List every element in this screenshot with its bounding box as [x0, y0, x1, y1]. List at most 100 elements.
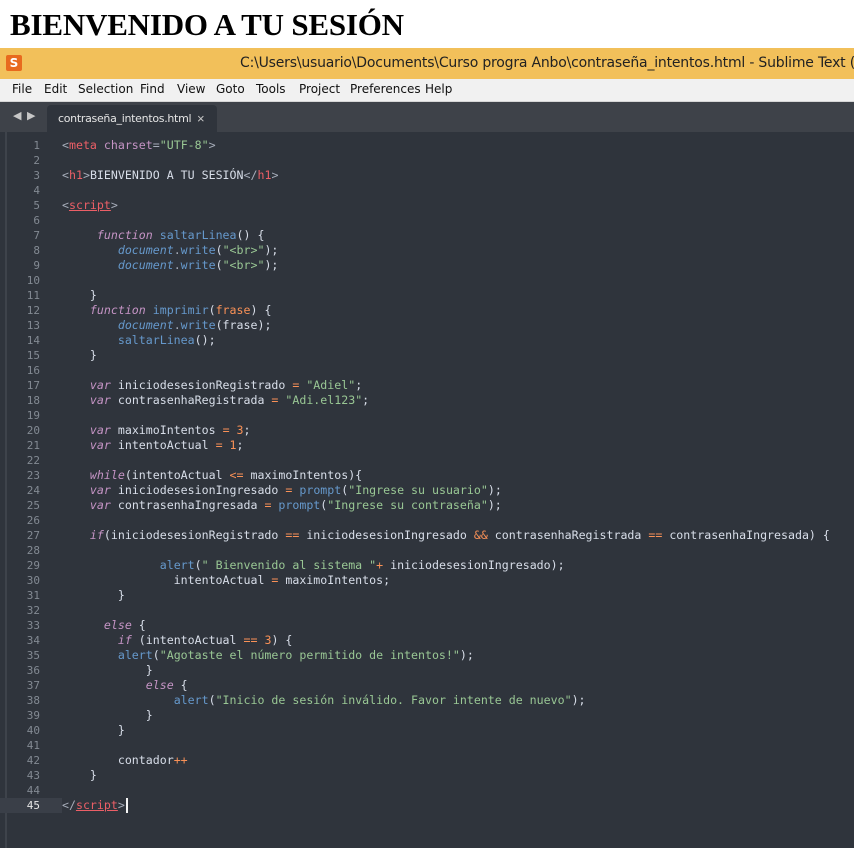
code-token: document [117, 318, 174, 332]
code-line[interactable]: var intentoActual = 1; [62, 438, 244, 453]
title-bar: S C:\Users\usuario\Documents\Curso progr… [0, 48, 854, 79]
close-icon[interactable]: × [197, 111, 205, 126]
line-number: 43 [26, 769, 40, 782]
code-line[interactable]: var contrasenhaIngresada = prompt("Ingre… [62, 498, 502, 513]
code-line[interactable]: intentoActual = maximoIntentos; [62, 573, 390, 588]
tab-contrasena-intentos[interactable]: contraseña_intentos.html × [47, 105, 217, 132]
code-line[interactable]: } [62, 348, 97, 363]
code-line[interactable]: </script> [62, 798, 125, 813]
line-number: 7 [33, 229, 40, 242]
code-line[interactable]: alert(" Bienvenido al sistema "+ iniciod… [62, 558, 565, 573]
tab-nav-left-icon[interactable]: ◀ [13, 110, 21, 122]
code-token: } [62, 588, 125, 602]
code-token: > [117, 798, 125, 812]
code-token: while [89, 468, 125, 482]
code-editor[interactable]: 1 2 3 4 5 6 7 8 9 10 11 12 13 14 15 16 17 18 19 20 21 22 23 24 2… [0, 132, 854, 848]
line-number: 20 [26, 424, 40, 437]
code-line[interactable]: contador++ [62, 753, 188, 768]
code-line[interactable]: if (intentoActual == 3) { [62, 633, 293, 648]
line-number-row: 3 [0, 168, 62, 183]
menu-tools[interactable]: Tools [256, 82, 286, 96]
line-number: 45 [26, 799, 40, 812]
code-line[interactable]: } [62, 588, 125, 603]
menu-edit[interactable]: Edit [44, 82, 67, 96]
code-token: if [117, 633, 132, 647]
code-token: ( [215, 258, 223, 272]
code-token: 1 [229, 438, 237, 452]
menu-project[interactable]: Project [299, 82, 340, 96]
code-line[interactable]: document.write("<br>"); [62, 258, 279, 273]
code-token: meta [68, 138, 97, 152]
line-number: 10 [26, 274, 40, 287]
code-token: ); [487, 483, 502, 497]
menu-view[interactable]: View [177, 82, 205, 96]
code-line[interactable]: saltarLinea(); [62, 333, 216, 348]
code-token: else [103, 618, 132, 632]
code-line[interactable]: document.write(frase); [62, 318, 272, 333]
menu-help[interactable]: Help [425, 82, 452, 96]
code-token: frase [215, 303, 251, 317]
code-line[interactable]: var maximoIntentos = 3; [62, 423, 251, 438]
line-number: 3 [33, 169, 40, 182]
line-number-row: 19 [0, 408, 62, 423]
code-line[interactable]: if(iniciodesesionRegistrado == iniciodes… [62, 528, 830, 543]
code-line[interactable]: <meta charset="UTF-8"> [62, 138, 216, 153]
code-line[interactable]: document.write("<br>"); [62, 243, 279, 258]
line-number-row: 37 [0, 678, 62, 693]
code-token: > [271, 168, 279, 182]
menu-preferences[interactable]: Preferences [350, 82, 421, 96]
code-line[interactable]: } [62, 768, 97, 783]
menu-file[interactable]: File [12, 82, 32, 96]
line-number: 14 [26, 334, 40, 347]
code-line[interactable]: } [62, 288, 97, 303]
code-token: (intentoActual [124, 468, 230, 482]
code-line[interactable]: while(intentoActual <= maximoIntentos){ [62, 468, 362, 483]
code-line[interactable]: function saltarLinea() { [62, 228, 265, 243]
code-token: } [62, 288, 97, 302]
code-line[interactable]: var iniciodesesionRegistrado = "Adiel"; [62, 378, 362, 393]
code-line[interactable]: else { [62, 618, 146, 633]
code-token: } [62, 768, 97, 782]
code-token: "UTF-8" [159, 138, 209, 152]
code-token: < [62, 138, 69, 152]
code-token: h1 [257, 168, 272, 182]
line-number-row: 5 [0, 198, 62, 213]
code-token: script [75, 798, 118, 812]
code-line[interactable]: } [62, 663, 153, 678]
menu-find[interactable]: Find [140, 82, 165, 96]
code-token: </ [243, 168, 258, 182]
code-line[interactable]: else { [62, 678, 188, 693]
code-line[interactable]: } [62, 723, 125, 738]
tab-nav-right-icon[interactable]: ▶ [27, 110, 35, 122]
code-token: { [173, 678, 188, 692]
code-token: "Inicio de sesión inválido. Favor intent… [215, 693, 572, 707]
line-number-row: 31 [0, 588, 62, 603]
menu-selection[interactable]: Selection [78, 82, 133, 96]
code-line[interactable]: var iniciodesesionIngresado = prompt("In… [62, 483, 502, 498]
code-token: > [208, 138, 216, 152]
code-line[interactable]: alert("Agotaste el número permitido de i… [62, 648, 474, 663]
code-token: ( [194, 558, 202, 572]
code-token: ; [362, 393, 370, 407]
line-number: 17 [26, 379, 40, 392]
code-line[interactable]: <script> [62, 198, 118, 213]
line-number-row: 34 [0, 633, 62, 648]
code-line[interactable]: <h1>BIENVENIDO A TU SESIÓN</h1> [62, 168, 278, 183]
code-token: "<br>" [222, 258, 265, 272]
line-number-row: 16 [0, 363, 62, 378]
code-token: contador [62, 753, 174, 767]
code-line[interactable]: } [62, 708, 153, 723]
code-token: else [145, 678, 174, 692]
code-token: contrasenhaIngresada [110, 498, 265, 512]
menu-goto[interactable]: Goto [216, 82, 245, 96]
code-token: iniciodesesionRegistrado [110, 378, 293, 392]
code-line[interactable]: function imprimir(frase) { [62, 303, 272, 318]
code-line[interactable]: var contrasenhaRegistrada = "Adi.el123"; [62, 393, 369, 408]
code-token: var [89, 498, 111, 512]
line-number-row: 44 [0, 783, 62, 798]
code-line[interactable]: alert("Inicio de sesión inválido. Favor … [62, 693, 586, 708]
